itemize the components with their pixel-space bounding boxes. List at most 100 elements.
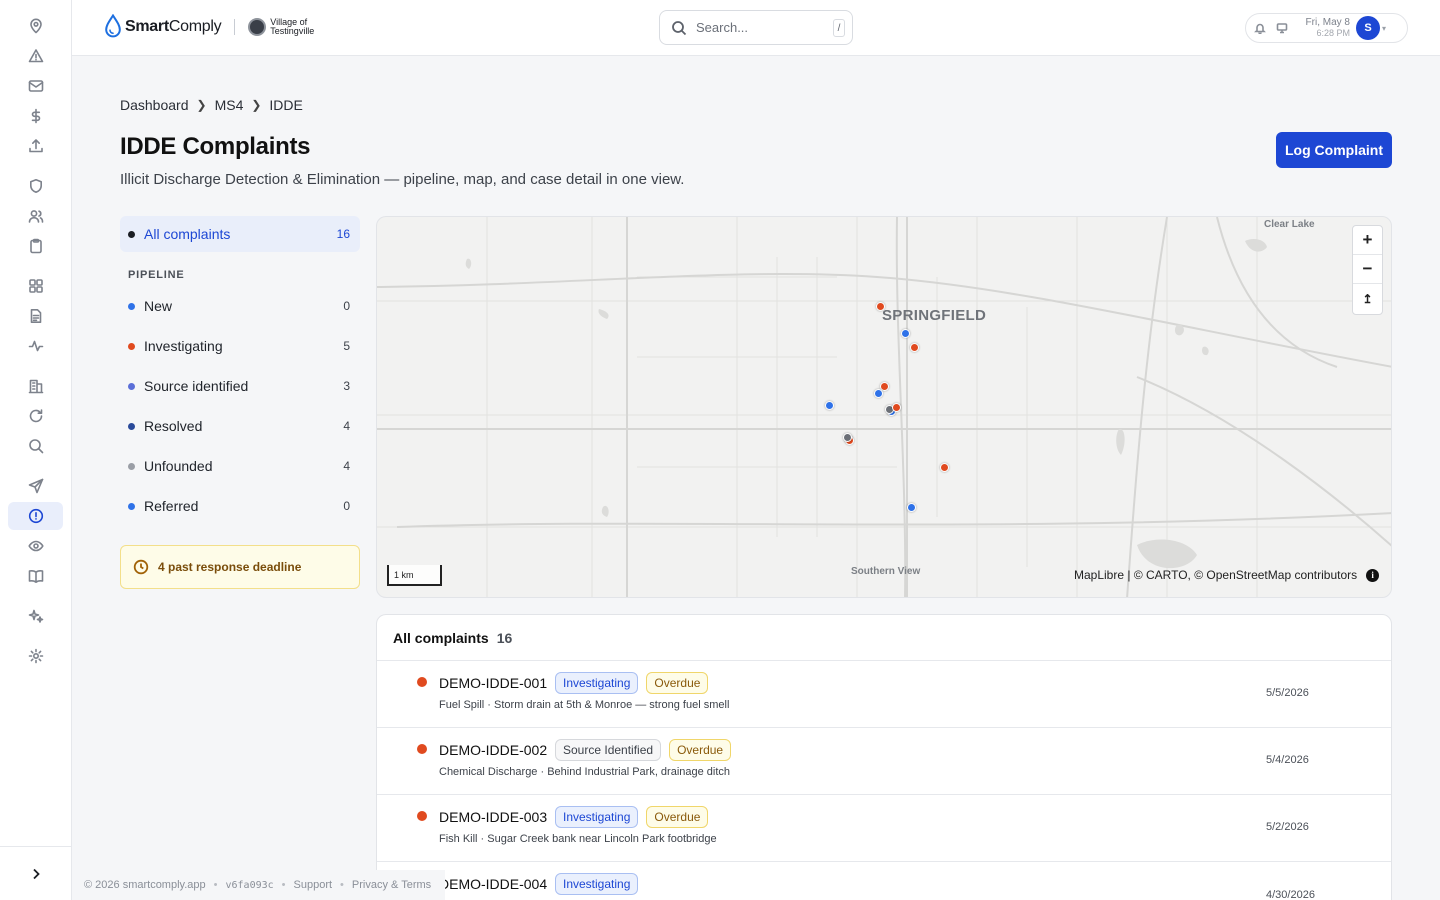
complaint-date: 4/30/2026	[1266, 889, 1315, 900]
chevron-down-icon[interactable]: ▾	[1382, 24, 1386, 33]
badge-group: Investigating Overdue	[555, 672, 716, 694]
status-dot	[417, 744, 427, 754]
breadcrumb-dashboard[interactable]: Dashboard	[120, 97, 189, 113]
overdue-badge: Overdue	[646, 672, 709, 694]
building-icon[interactable]	[8, 372, 63, 400]
breadcrumb-idde: IDDE	[269, 97, 303, 113]
chevron-right-icon: ❯	[251, 98, 262, 112]
map-marker[interactable]	[940, 463, 949, 472]
reset-bearing-button[interactable]: ↥	[1353, 284, 1382, 313]
filter-unfounded[interactable]: Unfounded 4	[120, 446, 360, 486]
badge-group: Investigating	[555, 873, 646, 895]
map-marker[interactable]	[901, 329, 910, 338]
list-item[interactable]: DEMO-IDDE-001 Investigating Overdue Fuel…	[377, 661, 1391, 728]
filter-resolved[interactable]: Resolved 4	[120, 406, 360, 446]
global-search[interactable]: /	[659, 10, 853, 45]
footer-support-link[interactable]: Support	[294, 879, 333, 891]
clipboard-icon[interactable]	[8, 232, 63, 260]
search-icon[interactable]	[8, 432, 63, 460]
zoom-in-button[interactable]: +	[1353, 226, 1382, 255]
map-marker[interactable]	[892, 403, 901, 412]
info-icon[interactable]: i	[1366, 568, 1380, 582]
document-icon[interactable]	[8, 302, 63, 330]
footer-privacy-link[interactable]: Privacy & Terms	[352, 879, 431, 891]
map-city-label: SPRINGFIELD	[882, 307, 987, 324]
overdue-badge: Overdue	[669, 739, 732, 761]
log-complaint-button[interactable]: Log Complaint	[1276, 132, 1392, 168]
list-title: All complaints	[393, 629, 489, 646]
filter-source-identified[interactable]: Source identified 3	[120, 366, 360, 406]
map-marker[interactable]	[907, 503, 916, 512]
mail-icon[interactable]	[8, 72, 63, 100]
status-badge: Investigating	[555, 806, 639, 828]
breadcrumb-ms4[interactable]: MS4	[215, 97, 244, 113]
complaint-id: DEMO-IDDE-002	[439, 742, 548, 758]
complaint-date: 5/2/2026	[1266, 821, 1309, 833]
filter-count: 0	[343, 499, 350, 513]
filter-new[interactable]: New 0	[120, 286, 360, 326]
alert-circle-icon[interactable]	[8, 502, 63, 530]
status-dot	[128, 382, 135, 390]
filter-count: 5	[343, 339, 350, 353]
refresh-icon[interactable]	[8, 402, 63, 430]
search-input[interactable]	[696, 20, 816, 35]
village-name: Village of Testingville	[270, 17, 315, 36]
status-dot	[128, 462, 135, 470]
page-footer: © 2026 smartcomply.app • v6fa093c • Supp…	[72, 870, 445, 900]
map-marker[interactable]	[910, 343, 919, 352]
filter-investigating[interactable]: Investigating 5	[120, 326, 360, 366]
users-icon[interactable]	[8, 202, 63, 230]
avatar[interactable]: S	[1356, 16, 1380, 40]
user-status-pill[interactable]: Fri, May 8 6:28 PM S ▾	[1245, 13, 1408, 43]
grid-icon[interactable]	[8, 272, 63, 300]
clock-icon	[133, 559, 149, 575]
complaint-id: DEMO-IDDE-003	[439, 809, 548, 825]
brand[interactable]: SmartComply Village of Testingville	[103, 14, 314, 40]
gear-icon[interactable]	[8, 642, 63, 670]
book-icon[interactable]	[8, 562, 63, 590]
filter-count: 4	[343, 459, 350, 473]
top-bar: SmartComply Village ofTestingville / Fri…	[72, 0, 1440, 56]
zoom-out-button[interactable]: −	[1353, 255, 1382, 284]
alert-triangle-icon[interactable]	[8, 42, 63, 70]
complaints-map[interactable]: SPRINGFIELD Clear Lake Southern View + −…	[376, 216, 1392, 598]
list-count: 16	[496, 629, 513, 646]
list-item[interactable]: DEMO-IDDE-002 Source Identified Overdue …	[377, 728, 1391, 795]
expand-sidebar-button[interactable]	[0, 846, 71, 900]
attribution-text[interactable]: MapLibre | © CARTO, © OpenStreetMap cont…	[1074, 568, 1357, 582]
status-dot	[128, 230, 135, 238]
chevron-right-icon: ❯	[196, 98, 207, 112]
status-badge: Investigating	[555, 672, 639, 694]
map-marker[interactable]	[825, 401, 834, 410]
sparkles-icon[interactable]	[8, 602, 63, 630]
shield-icon[interactable]	[8, 172, 63, 200]
bell-icon[interactable]	[1254, 21, 1268, 35]
filter-label: All complaints	[144, 226, 231, 242]
list-item[interactable]: DEMO-IDDE-003 Investigating Overdue Fish…	[377, 795, 1391, 862]
page-title: IDDE Complaints	[120, 133, 311, 160]
map-marker[interactable]	[876, 302, 885, 311]
map-pin-icon[interactable]	[8, 12, 63, 40]
breadcrumb: Dashboard ❯ MS4 ❯ IDDE	[120, 97, 303, 113]
brand-divider	[234, 19, 236, 35]
map-marker[interactable]	[874, 389, 883, 398]
filter-label: Source identified	[144, 378, 249, 394]
map-marker[interactable]	[843, 433, 852, 442]
activity-icon[interactable]	[8, 332, 63, 360]
status-dot	[417, 811, 427, 821]
search-icon	[672, 20, 687, 35]
map-place-label: Southern View	[851, 566, 921, 577]
footer-copyright: © 2026 smartcomply.app	[84, 879, 206, 891]
deadline-alert[interactable]: 4 past response deadline	[120, 545, 360, 589]
current-datetime: Fri, May 8 6:28 PM	[1300, 17, 1350, 39]
footer-separator: •	[213, 879, 218, 891]
send-icon[interactable]	[8, 472, 63, 500]
list-item[interactable]: DEMO-IDDE-004 Investigating 4/30/2026	[377, 862, 1391, 900]
upload-icon[interactable]	[8, 132, 63, 160]
filter-referred[interactable]: Referred 0	[120, 486, 360, 526]
dollar-icon[interactable]	[8, 102, 63, 130]
status-dot	[128, 302, 135, 310]
filter-all-complaints[interactable]: All complaints 16	[120, 216, 360, 252]
eye-icon[interactable]	[8, 532, 63, 560]
monitor-icon[interactable]	[1276, 21, 1290, 35]
